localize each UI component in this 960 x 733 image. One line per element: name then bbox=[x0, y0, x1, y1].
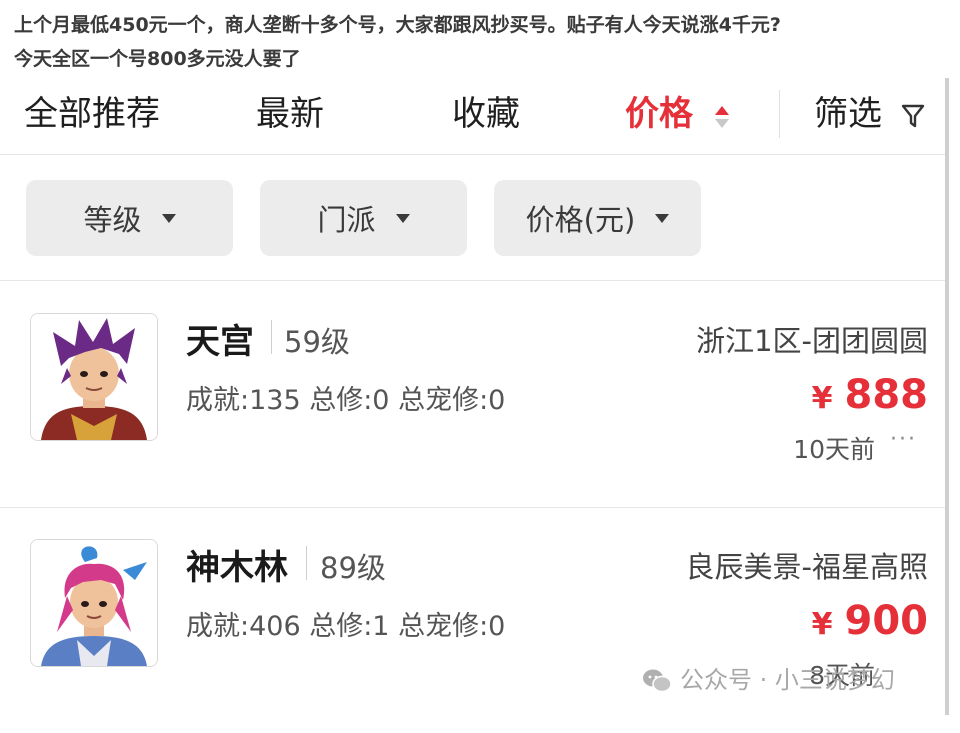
listing-price: ¥900 bbox=[812, 598, 928, 644]
tab-price[interactable]: 价格 bbox=[625, 86, 729, 135]
sect-filter-dropdown[interactable]: 门派 bbox=[260, 180, 467, 256]
name-level-divider bbox=[271, 320, 272, 354]
level-filter-dropdown[interactable]: 等级 bbox=[26, 180, 233, 256]
character-stats: 成就:135 总修:0 总宠修:0 bbox=[186, 385, 506, 416]
sort-tab-bar: 全部推荐 最新 收藏 价格 筛选 bbox=[0, 78, 945, 155]
caret-down-icon bbox=[395, 213, 410, 223]
listing-row[interactable]: 天宫 59级 成就:135 总修:0 总宠修:0 浙江1区-团团圆圆 ¥888 … bbox=[0, 282, 945, 508]
scroll-edge bbox=[945, 78, 949, 715]
wechat-logo-icon bbox=[643, 669, 672, 693]
currency-symbol: ¥ bbox=[811, 381, 833, 416]
listed-time: 10天前 bbox=[793, 435, 875, 464]
character-level: 89级 bbox=[320, 551, 386, 585]
server-name: 浙江1区-团团圆圆 bbox=[696, 324, 928, 358]
tab-filter[interactable]: 筛选 bbox=[814, 86, 925, 135]
character-stats: 成就:406 总修:1 总宠修:0 bbox=[186, 611, 506, 642]
tab-price-label: 价格 bbox=[625, 94, 693, 134]
character-avatar[interactable] bbox=[30, 313, 158, 441]
filter-bar: 等级 门派 价格(元) bbox=[0, 155, 945, 281]
server-name: 良辰美景-福星高照 bbox=[685, 550, 928, 584]
price-filter-dropdown[interactable]: 价格(元) bbox=[494, 180, 701, 256]
tab-all-recommended[interactable]: 全部推荐 bbox=[24, 86, 160, 135]
currency-symbol: ¥ bbox=[811, 607, 833, 642]
watermark-text: 公众号 · 小三说梦幻 bbox=[680, 666, 895, 694]
filter-funnel-icon bbox=[901, 104, 925, 127]
avatar-tiangong-image bbox=[31, 314, 157, 440]
character-sect: 神木林 bbox=[186, 548, 288, 588]
price-value: 900 bbox=[844, 598, 929, 644]
more-options-icon[interactable]: ··· bbox=[890, 427, 917, 452]
character-avatar[interactable] bbox=[30, 539, 158, 667]
listing-price: ¥888 bbox=[812, 372, 928, 418]
wechat-watermark: 公众号 · 小三说梦幻 bbox=[642, 660, 895, 695]
avatar-shenmulin-image bbox=[31, 540, 157, 666]
caret-down-icon bbox=[161, 213, 176, 223]
caption-line-1: 上个月最低450元一个，商人垄断十多个号，大家都跟风抄买号。贴子有人今天说涨4千… bbox=[14, 14, 781, 36]
sect-filter-label: 门派 bbox=[317, 203, 376, 237]
tab-favorites[interactable]: 收藏 bbox=[452, 86, 520, 135]
character-level: 59级 bbox=[284, 325, 350, 359]
character-sect: 天宫 bbox=[186, 322, 254, 362]
caption-line-2: 今天全区一个号800多元没人要了 bbox=[14, 48, 301, 70]
tab-filter-label: 筛选 bbox=[814, 94, 882, 134]
tab-divider bbox=[779, 90, 780, 138]
name-level-divider bbox=[306, 546, 307, 580]
price-filter-label: 价格(元) bbox=[525, 203, 636, 237]
caret-down-icon bbox=[655, 213, 670, 223]
tab-latest[interactable]: 最新 bbox=[256, 86, 324, 135]
listing-row[interactable]: 神木林 89级 成就:406 总修:1 总宠修:0 良辰美景-福星高照 ¥900… bbox=[0, 508, 945, 733]
post-caption: 上个月最低450元一个，商人垄断十多个号，大家都跟风抄买号。贴子有人今天说涨4千… bbox=[14, 8, 954, 76]
level-filter-label: 等级 bbox=[83, 203, 142, 237]
price-value: 888 bbox=[844, 372, 929, 418]
sort-arrows-icon bbox=[714, 102, 729, 130]
